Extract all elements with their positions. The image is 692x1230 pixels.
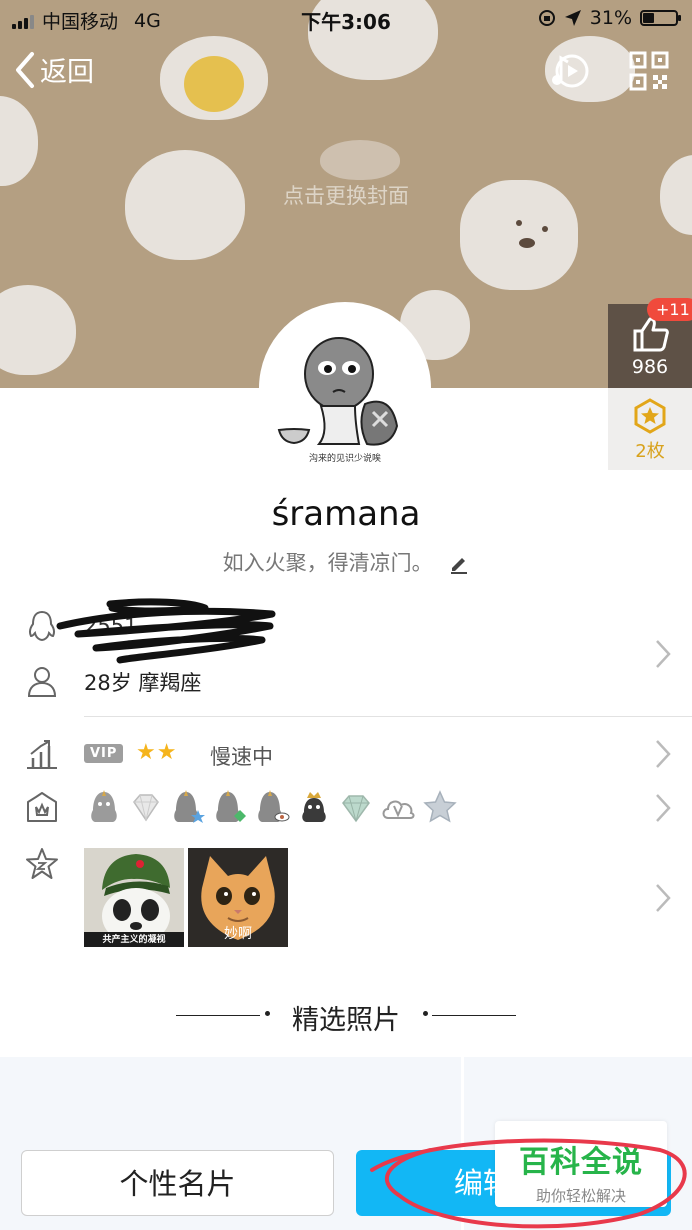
likes-count: 986 [631, 356, 669, 378]
selected-photos-header: 精选照片 [0, 998, 692, 1037]
back-label: 返回 [40, 57, 94, 88]
signature[interactable]: 如入火聚，得清凉门。 [0, 547, 692, 577]
decor-bear-eye [516, 220, 522, 226]
decor-bear-nose [519, 238, 535, 248]
level-status: 慢速中 [210, 745, 273, 769]
section-title: 精选照片 [292, 1005, 400, 1036]
star-badge-icon [423, 790, 457, 823]
medal-button[interactable]: 2枚 [608, 388, 692, 470]
decor-bun [0, 96, 38, 186]
avatar-meme-image [277, 337, 399, 446]
medal-star-icon [634, 398, 666, 434]
medals-count: 2枚 [635, 441, 665, 462]
chevron-right-icon[interactable] [652, 638, 674, 670]
profile-card-button[interactable]: 个性名片 [21, 1150, 334, 1216]
orientation-lock-icon [538, 10, 555, 26]
qr-code-icon[interactable] [628, 50, 670, 92]
battery-percent: 31% [589, 7, 632, 29]
profile-name: śramana [271, 494, 421, 534]
decor-yolk [184, 56, 244, 112]
likes-new-badge: +11 [647, 298, 692, 321]
edit-pencil-icon[interactable] [449, 554, 469, 574]
chevron-right-icon[interactable] [652, 792, 674, 824]
level-chart-icon [27, 740, 57, 769]
watermark-subtitle: 助你轻松解决 [535, 1187, 626, 1205]
music-note-icon[interactable] [548, 50, 590, 92]
divider [432, 1015, 516, 1016]
signature-text: 如入火聚，得清凉门。 [222, 551, 433, 575]
decor-bun [320, 140, 400, 180]
level-stars: ★★ [136, 740, 178, 765]
emoji-photo-row[interactable]: 共产主义的凝视 妙啊 [84, 848, 288, 947]
battery-icon [640, 10, 681, 26]
change-cover-hint[interactable]: 点击更换封面 [0, 180, 692, 210]
qq-number: 2551 [84, 614, 138, 638]
watermark-logo: 百科全说 助你轻松解决 [495, 1121, 667, 1207]
decor-bun [0, 285, 76, 375]
emoji-caption: 共产主义的凝视 [102, 935, 166, 945]
cloud-v-icon [382, 800, 415, 819]
back-button[interactable]: 返回 [14, 50, 94, 89]
status-bar: 中国移动 4G 下午3:06 31% [0, 0, 692, 36]
qq-penguin-icon [28, 610, 56, 642]
emoji-photo[interactable]: 共产主义的凝视 [84, 848, 184, 947]
star-sticker-icon [26, 848, 58, 879]
thumbs-up-icon [633, 317, 669, 352]
penguin-green-icon [216, 790, 246, 822]
chevron-right-icon[interactable] [652, 738, 674, 770]
emoji-photo[interactable]: 妙啊 [188, 848, 288, 947]
chevron-right-icon[interactable] [652, 882, 674, 914]
user-icon [27, 667, 57, 697]
emoji-caption: 妙啊 [224, 926, 252, 942]
dot [423, 1011, 428, 1016]
penguin-star-icon [174, 790, 205, 823]
decor-bear-eye [542, 226, 548, 232]
divider [84, 716, 692, 717]
avatar-caption: 沟来的见识少说唉 [308, 454, 381, 464]
diamond-badge-icon [133, 794, 159, 822]
watermark-title: 百科全说 [519, 1145, 643, 1180]
avatar[interactable]: 沟来的见识少说唉 [259, 302, 431, 474]
back-chevron-icon [16, 51, 34, 88]
location-icon [564, 10, 581, 26]
vip-badge: VIP [84, 744, 124, 763]
badge-row[interactable] [86, 788, 458, 828]
diamond-green-icon [342, 795, 370, 823]
dot [265, 1011, 270, 1016]
penguin-eye-icon [258, 790, 290, 822]
penguin-badge-icon [91, 790, 117, 822]
penguin-crown-icon [302, 792, 326, 822]
divider [176, 1015, 260, 1016]
crown-box-icon [27, 792, 57, 822]
age-constellation: 28岁 摩羯座 [84, 671, 202, 695]
like-button[interactable]: 986 +11 [608, 298, 692, 388]
